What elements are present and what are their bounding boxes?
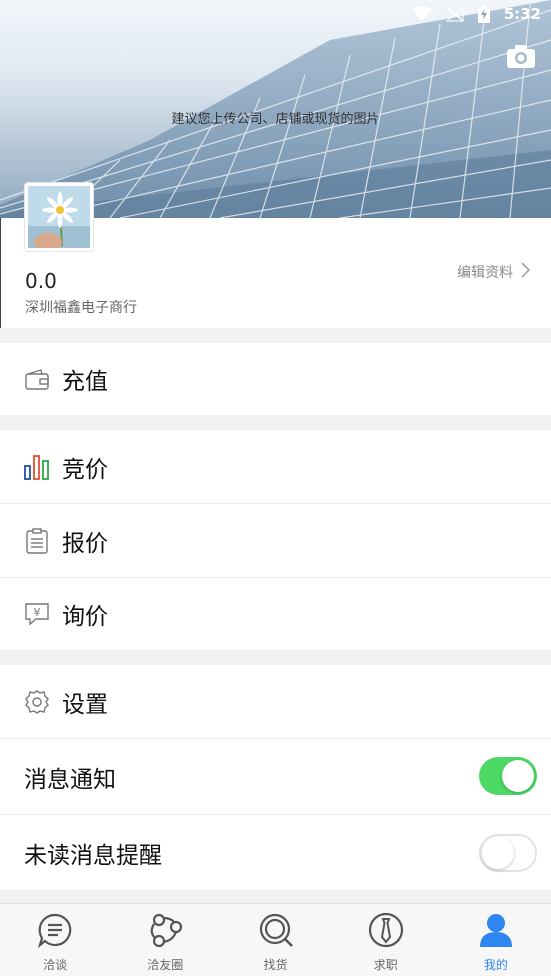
recharge-label: 充值 <box>62 369 108 395</box>
toggle-knob <box>502 760 534 792</box>
quote-row[interactable]: 报价 <box>0 504 551 577</box>
edit-profile-link[interactable]: 编辑资料 <box>457 262 531 282</box>
profile-icon <box>478 912 514 948</box>
notifications-toggle[interactable] <box>479 757 537 795</box>
balance-value: 0.0 <box>25 269 57 293</box>
recharge-row[interactable]: 充值 <box>0 343 551 415</box>
nav-label-friends-circle: 洽友圈 <box>147 958 184 972</box>
unread-reminder-row: 未读消息提醒 <box>0 815 551 890</box>
bidding-label: 竞价 <box>62 456 108 483</box>
gear-icon <box>24 689 50 715</box>
nav-item-friends-circle[interactable]: 洽友圈 <box>110 904 220 976</box>
notifications-row: 消息通知 <box>0 739 551 814</box>
section-gap <box>0 650 551 665</box>
section-gap <box>0 415 551 430</box>
avatar-image <box>28 186 90 248</box>
unread-reminder-label: 未读消息提醒 <box>24 842 162 869</box>
inquiry-label: 询价 <box>62 604 108 630</box>
notifications-label: 消息通知 <box>24 766 116 793</box>
battery-charging-icon <box>477 5 490 23</box>
bar-chart-icon <box>24 454 50 480</box>
chat-icon <box>37 912 73 948</box>
chevron-right-icon <box>521 262 531 282</box>
no-signal-icon <box>445 6 464 22</box>
nav-item-chat[interactable]: 洽谈 <box>0 904 110 976</box>
wifi-icon <box>411 6 432 22</box>
bottom-nav: 洽谈 洽友圈 找货 求职 我的 <box>0 903 551 976</box>
status-time: 5:32 <box>503 5 541 23</box>
settings-label: 设置 <box>62 691 108 718</box>
nav-item-search-goods[interactable]: 找货 <box>220 904 330 976</box>
camera-icon[interactable] <box>507 44 535 68</box>
quote-label: 报价 <box>62 530 108 557</box>
nav-label-profile: 我的 <box>483 958 508 972</box>
avatar[interactable] <box>25 183 93 251</box>
toggle-knob <box>482 837 514 869</box>
edit-profile-label: 编辑资料 <box>457 265 513 281</box>
svg-text:¥: ¥ <box>34 606 41 619</box>
wallet-icon <box>24 366 50 392</box>
upload-hint: 建议您上传公司、店铺或现货的图片 <box>171 112 380 127</box>
inquiry-row[interactable]: ¥ 询价 <box>0 578 551 650</box>
search-goods-icon <box>258 912 294 948</box>
nav-item-job[interactable]: 求职 <box>331 904 441 976</box>
nav-label-chat: 洽谈 <box>43 958 68 972</box>
settings-row[interactable]: 设置 <box>0 665 551 738</box>
bidding-row[interactable]: 竞价 <box>0 430 551 503</box>
nav-label-job: 求职 <box>373 958 398 972</box>
status-bar: 5:32 <box>411 0 551 28</box>
yuan-chat-icon: ¥ <box>24 601 50 627</box>
nav-label-search-goods: 找货 <box>263 958 288 972</box>
company-name: 深圳福鑫电子商行 <box>25 300 137 316</box>
job-tie-icon <box>368 912 404 948</box>
unread-reminder-toggle[interactable] <box>479 834 537 872</box>
section-gap <box>0 890 551 903</box>
nav-item-profile[interactable]: 我的 <box>441 904 551 976</box>
clipboard-icon <box>24 527 50 554</box>
friends-circle-icon <box>147 912 183 948</box>
section-gap <box>0 328 551 343</box>
